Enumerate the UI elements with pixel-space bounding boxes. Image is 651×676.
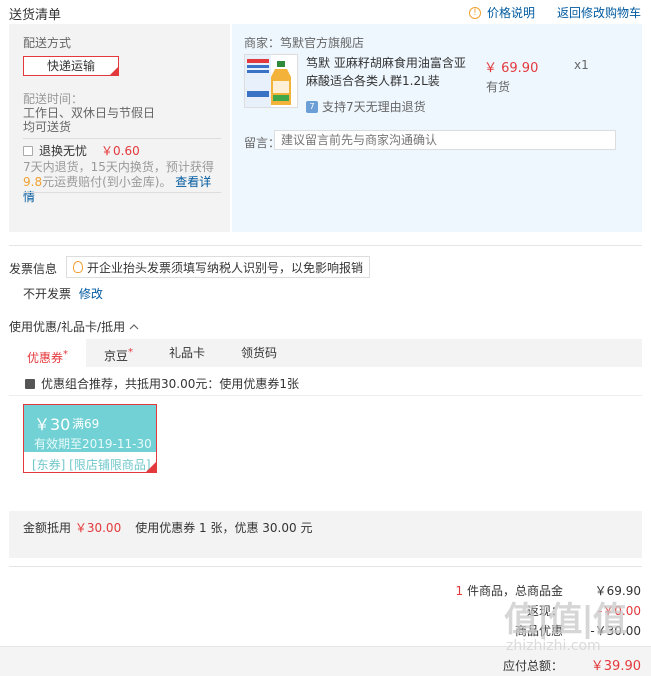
tab-redeem-code[interactable]: 领货码 xyxy=(223,339,295,367)
watermark-site: zhizhizhi.com xyxy=(506,638,601,654)
used-coupon-note: 使用优惠券 1 张，优惠 30.00 元 xyxy=(135,521,313,535)
watermark-logo: 值|值|值 xyxy=(504,600,627,640)
item-count: 1 xyxy=(455,584,464,598)
invoice-modify-link[interactable]: 修改 xyxy=(79,287,103,301)
tab-mark: * xyxy=(128,347,134,358)
tab-label: 优惠券 xyxy=(27,351,64,365)
product-price: ￥ 69.90 xyxy=(484,61,539,76)
coupon-tabs: 优惠券* 京豆* 礼品卡 领货码 xyxy=(9,339,295,367)
selected-corner-icon xyxy=(110,67,118,75)
coupon-expiry: 有效期至2019-11-30 xyxy=(34,437,152,451)
return-note-amount: 9.8 xyxy=(23,175,43,189)
combo-recommend-row: 优惠组合推荐，共抵用30.00元：使用优惠券1张 xyxy=(25,375,299,392)
pay-total-value: ￥39.90 xyxy=(590,659,641,674)
question-icon: ! xyxy=(468,6,481,19)
tab-gift-card[interactable]: 礼品卡 xyxy=(151,339,223,367)
return-service-checkbox[interactable] xyxy=(23,145,33,156)
delivery-time-value-2: 均可送货 xyxy=(23,120,72,134)
invoice-tip: 开企业抬头发票须填写纳税人识别号，以免影响报销 xyxy=(66,256,371,278)
selected-corner-icon xyxy=(146,462,156,472)
return-service-row: 退换无忧 ￥0.60 xyxy=(23,142,140,159)
combo-checkbox[interactable] xyxy=(25,378,35,389)
delivery-time: 配送时间： 工作日、双休日与节假日 均可送货 xyxy=(23,92,155,134)
invoice-value: 不开发票 xyxy=(23,287,72,301)
tab-jingdou[interactable]: 京豆* xyxy=(86,339,151,367)
shipping-method-value: 快递运输 xyxy=(46,59,95,73)
coupon-panel: 优惠券* 京豆* 礼品卡 领货码 优惠组合推荐，共抵用30.00元：使用优惠券1… xyxy=(9,339,642,558)
return-service-note: 7天内退货，15天内换货，预计获得 9.8元运费赔付(到小金库)。 查看详情 xyxy=(23,160,223,205)
divider xyxy=(23,192,221,193)
product-stock: 有货 xyxy=(486,80,511,94)
product-name[interactable]: 笃默 亚麻籽胡麻食用油富含亚麻酸适合各类人群1.2L装 xyxy=(306,54,476,90)
merchant-name: 商家：笃默官方旗舰店 xyxy=(244,36,365,50)
delivery-panel: 配送方式 快递运输 配送时间： 工作日、双休日与节假日 均可送货 退换无忧 ￥0… xyxy=(9,24,230,232)
tab-label: 京豆 xyxy=(104,349,129,363)
message-input[interactable] xyxy=(274,130,616,150)
chevron-up-icon xyxy=(129,323,139,329)
tab-coupon[interactable]: 优惠券* xyxy=(9,339,87,367)
header-links: ! 价格说明 返回修改购物车 xyxy=(468,4,641,21)
coupon-section-toggle[interactable]: 使用优惠/礼品卡/抵用 xyxy=(9,318,139,335)
delivery-time-label: 配送时间： xyxy=(23,92,84,106)
tab-label: 领货码 xyxy=(241,346,278,360)
combo-text: 优惠组合推荐，共抵用30.00元：使用优惠券1张 xyxy=(41,377,299,391)
product-panel: 商家：笃默官方旗舰店 笃默 亚麻籽胡麻食用油富含亚麻酸适合各类人群1.2L装 ￥… xyxy=(232,24,642,232)
divider xyxy=(9,566,642,567)
deduct-label: 金额抵用 xyxy=(23,521,72,535)
coupon-card[interactable]: ￥30 满69 有效期至2019-11-30 [东券] [限店铺限商品] xyxy=(23,404,157,473)
return-support-badge: 7 支持7天无理由退货 xyxy=(306,98,426,115)
product-bottle-image[interactable] xyxy=(244,54,298,108)
coupon-tab-content: 优惠组合推荐，共抵用30.00元：使用优惠券1张 ￥30 满69 有效期至201… xyxy=(9,367,642,511)
shipping-method-label: 配送方式 xyxy=(23,36,72,50)
price-note-label[interactable]: 价格说明 xyxy=(487,4,535,21)
invoice-title: 发票信息 xyxy=(9,262,58,276)
tab-label: 礼品卡 xyxy=(169,346,206,360)
return-service-price: ￥0.60 xyxy=(101,144,140,158)
coupon-summary: 金额抵用 ￥30.00 使用优惠券 1 张，优惠 30.00 元 xyxy=(23,519,312,536)
coupon-scope: [东券] [限店铺限商品] xyxy=(32,458,151,472)
coupon-section-title: 使用优惠/礼品卡/抵用 xyxy=(9,320,126,334)
divider xyxy=(9,395,642,396)
return-note-line-2: 元运费赔付(到小金库)。 xyxy=(42,175,172,189)
divider xyxy=(9,245,642,246)
lightbulb-icon xyxy=(73,261,83,273)
page-title: 送货清单 xyxy=(9,8,62,23)
deduct-value: ￥30.00 xyxy=(74,521,122,535)
pay-total-label: 应付总额： xyxy=(502,659,563,673)
product-quantity: x1 xyxy=(574,58,589,72)
tab-mark: * xyxy=(63,349,69,360)
coupon-amount: ￥30 xyxy=(34,415,71,434)
return-support-label: 支持7天无理由退货 xyxy=(322,100,426,114)
return-note-line-1: 7天内退货，15天内换货，预计获得 xyxy=(23,160,214,174)
divider xyxy=(23,138,221,139)
return-service-label: 退换无忧 xyxy=(39,144,88,158)
invoice-value-row: 不开发票 修改 xyxy=(23,285,103,302)
back-to-cart-link[interactable]: 返回修改购物车 xyxy=(557,4,641,21)
delivery-time-value-1: 工作日、双休日与节假日 xyxy=(23,106,156,120)
coupon-card-header: ￥30 满69 有效期至2019-11-30 xyxy=(24,405,156,452)
invoice-tip-text: 开企业抬头发票须填写纳税人识别号，以免影响报销 xyxy=(87,260,364,275)
shield-icon: 7 xyxy=(306,100,318,113)
price-note-link[interactable]: ! 价格说明 xyxy=(468,4,535,21)
coupon-condition: 满69 xyxy=(72,417,100,431)
shipping-method-option[interactable]: 快递运输 xyxy=(23,56,119,76)
